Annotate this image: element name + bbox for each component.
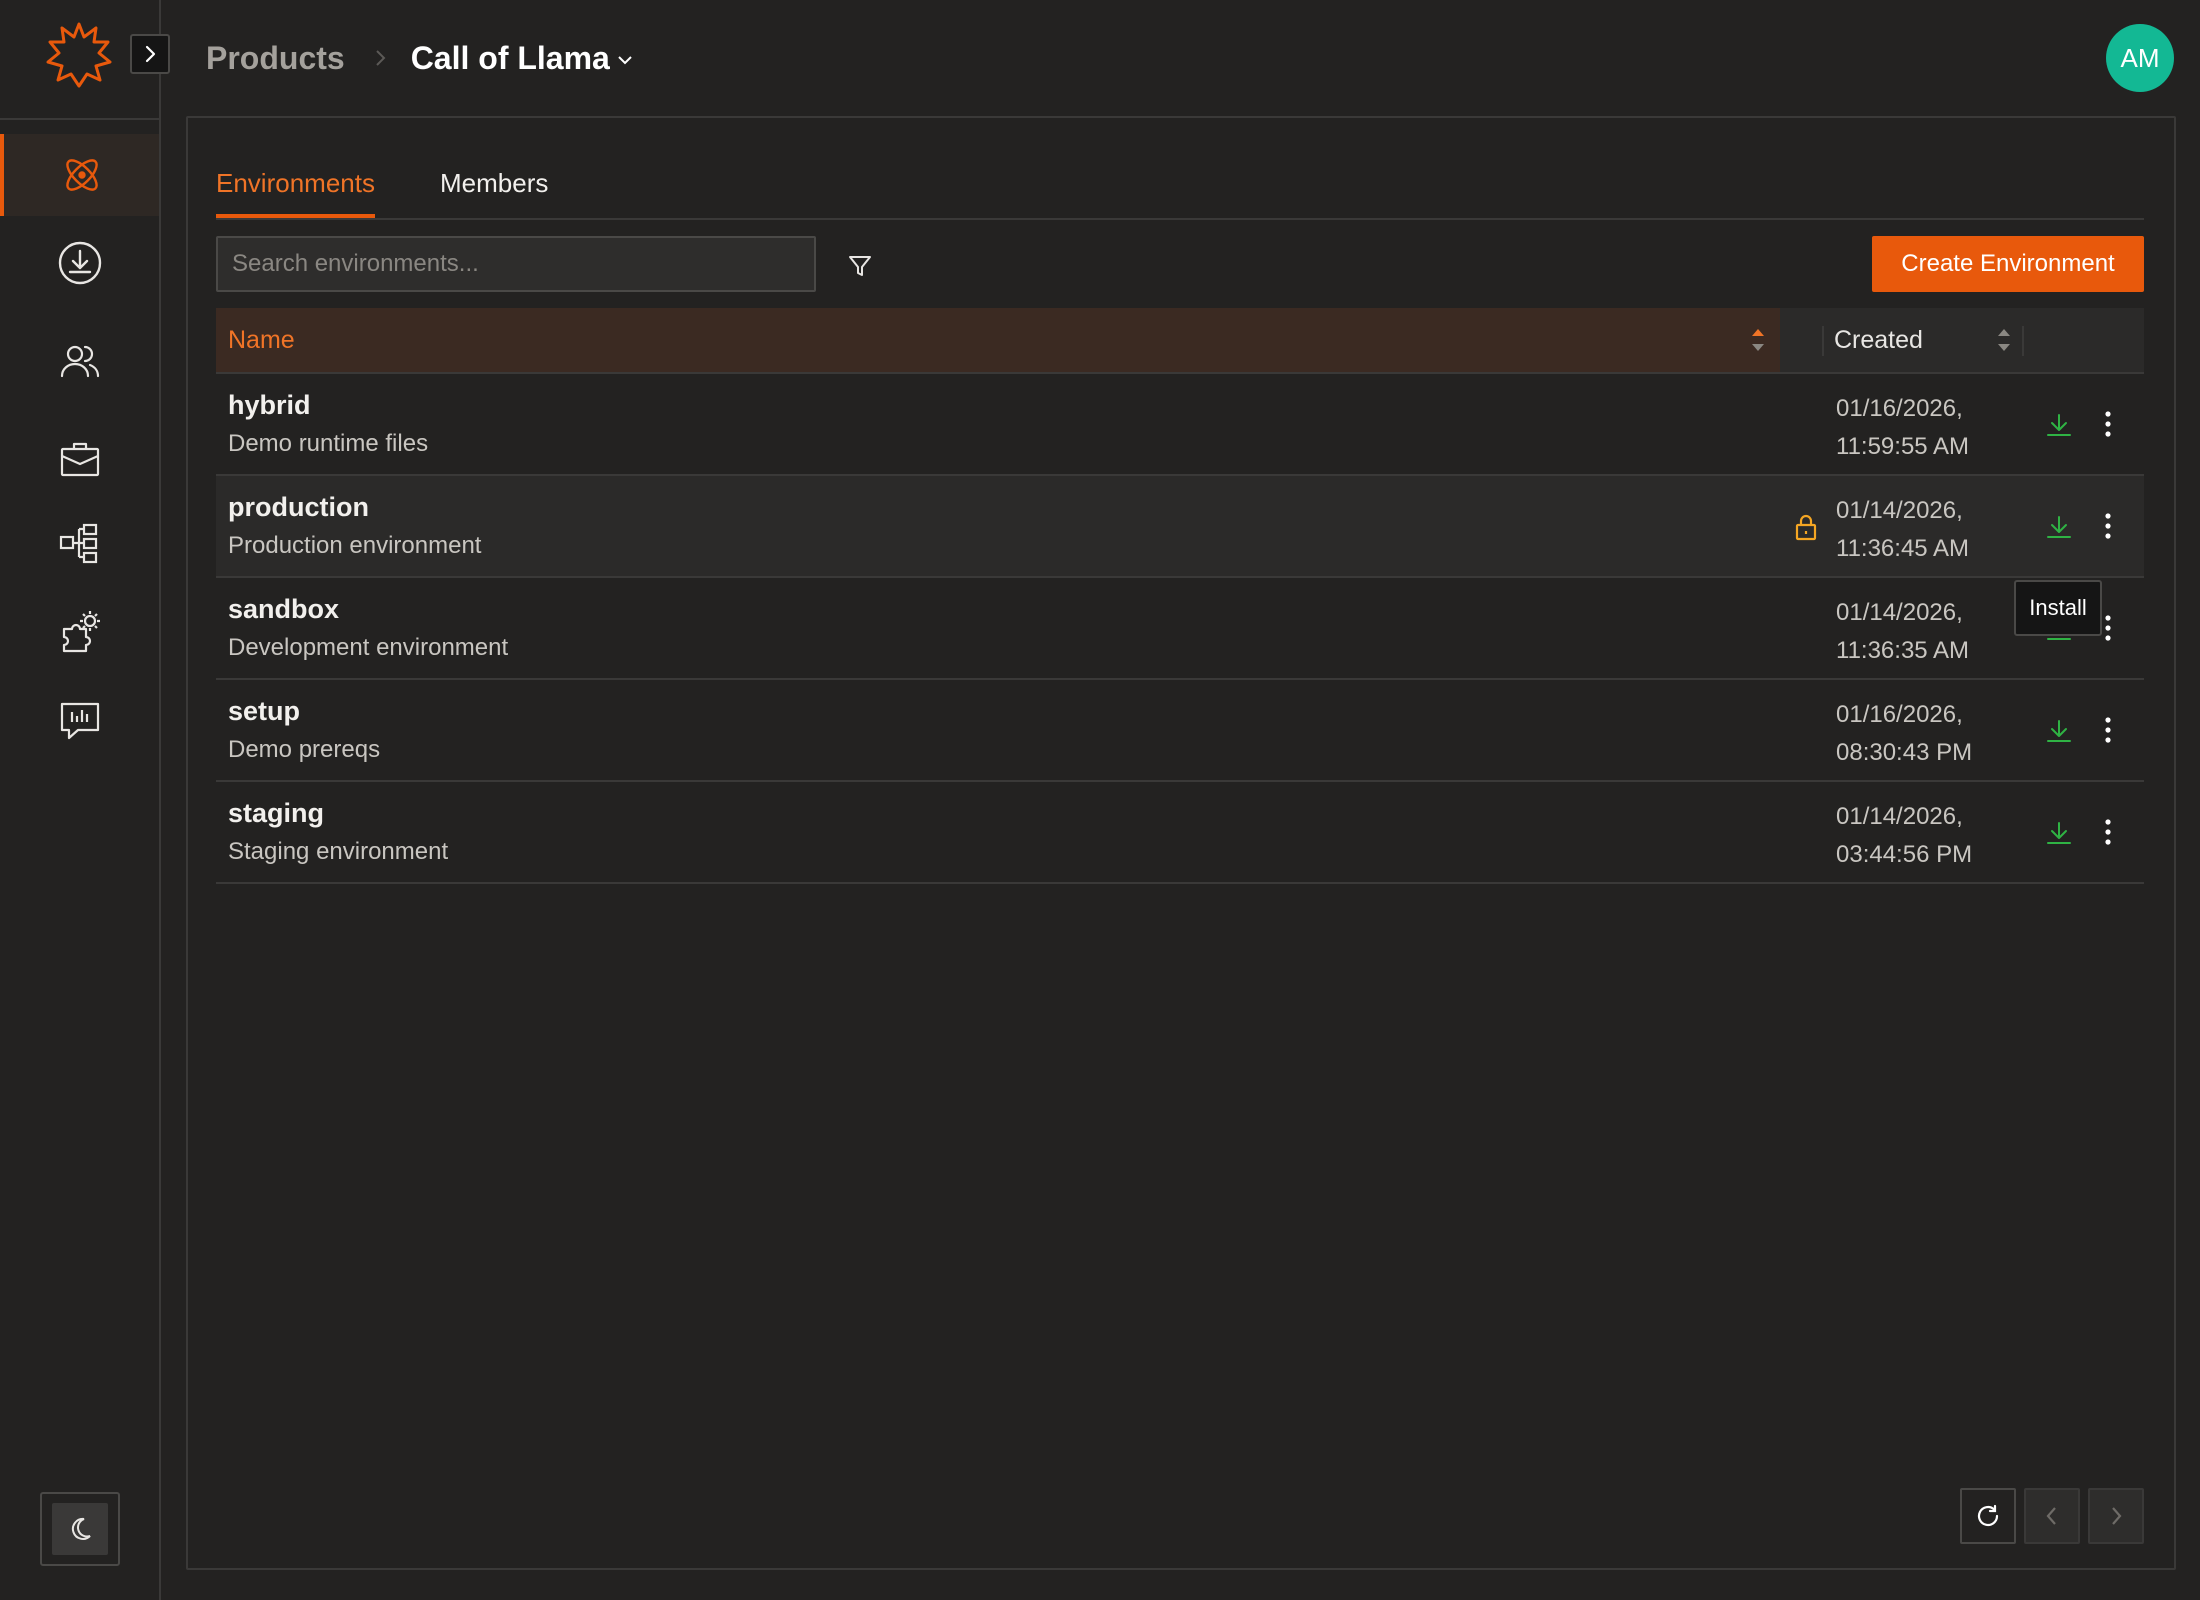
previous-page-button[interactable] xyxy=(2024,1488,2080,1544)
users-icon xyxy=(60,345,99,378)
breadcrumb-separator-icon xyxy=(373,47,387,69)
environment-description: Development environment xyxy=(228,634,509,661)
breadcrumb-products-link[interactable]: Products xyxy=(206,40,345,77)
breadcrumb: Products Call of Llama xyxy=(206,36,634,80)
sidebar-item-feedback[interactable] xyxy=(0,680,159,762)
created-date-day: 01/16/2026, xyxy=(1836,701,1963,728)
created-date-day: 01/14/2026, xyxy=(1836,803,1963,830)
column-header-name-label: Name xyxy=(228,325,295,354)
created-date: 01/14/2026, 11:36:45 AM xyxy=(1836,492,1969,568)
sidebar-item-packages[interactable] xyxy=(0,418,159,500)
more-vertical-icon xyxy=(2105,513,2111,539)
create-environment-button[interactable]: Create Environment xyxy=(1872,236,2144,292)
product-selector[interactable]: Call of Llama xyxy=(411,40,634,77)
chevron-right-icon xyxy=(145,45,156,63)
chevron-right-icon xyxy=(2112,1507,2122,1525)
created-date: 01/14/2026, 11:36:35 AM xyxy=(1836,594,1969,670)
environment-description: Staging environment xyxy=(228,838,449,865)
refresh-button[interactable] xyxy=(1960,1488,2016,1544)
more-vertical-icon xyxy=(2105,717,2111,743)
chevron-down-icon xyxy=(618,56,632,65)
created-date: 01/14/2026, 03:44:56 PM xyxy=(1836,798,1972,874)
theme-toggle-button[interactable] xyxy=(40,1492,120,1566)
filter-icon xyxy=(849,256,871,276)
sidebar-divider xyxy=(0,118,161,120)
more-options-button[interactable] xyxy=(2096,508,2120,544)
feedback-icon xyxy=(60,702,99,740)
created-date-time: 11:36:45 AM xyxy=(1836,535,1969,562)
refresh-icon xyxy=(1977,1504,1999,1527)
created-date-time: 08:30:43 PM xyxy=(1836,739,1973,766)
sidebar-item-integrations[interactable] xyxy=(0,590,159,672)
sort-icon xyxy=(1752,329,1764,351)
created-date-time: 03:44:56 PM xyxy=(1836,841,1973,868)
install-icon[interactable] xyxy=(2042,714,2076,748)
environment-name[interactable]: hybrid xyxy=(228,390,311,421)
lock-icon xyxy=(1795,514,1817,541)
table-row[interactable]: sandbox Development environment 01/14/20… xyxy=(216,578,2144,680)
table-header: Name Created xyxy=(216,308,2144,374)
chevron-left-icon xyxy=(2046,1507,2056,1525)
created-date-day: 01/14/2026, xyxy=(1836,497,1963,524)
more-vertical-icon xyxy=(2105,615,2111,641)
sidebar-item-downloads[interactable] xyxy=(0,222,159,304)
moon-icon xyxy=(71,1517,91,1540)
more-options-button[interactable] xyxy=(2096,814,2120,850)
sidebar xyxy=(0,0,161,1600)
environment-description: Production environment xyxy=(228,532,482,559)
environment-name[interactable]: sandbox xyxy=(228,594,339,625)
column-divider xyxy=(2022,326,2024,356)
created-date-day: 01/14/2026, xyxy=(1836,599,1963,626)
column-header-created[interactable]: Created xyxy=(1822,308,2026,372)
atom-icon xyxy=(65,159,98,191)
hierarchy-icon xyxy=(59,523,97,564)
column-header-name[interactable]: Name xyxy=(216,308,1780,372)
next-page-button[interactable] xyxy=(2088,1488,2144,1544)
more-vertical-icon xyxy=(2105,819,2111,845)
environment-description: Demo prereqs xyxy=(228,736,381,763)
tab-members[interactable]: Members xyxy=(440,168,548,218)
table-row[interactable]: staging Staging environment 01/14/2026, … xyxy=(216,782,2144,884)
created-date-day: 01/16/2026, xyxy=(1836,395,1963,422)
install-icon[interactable] xyxy=(2042,408,2076,442)
tab-environments[interactable]: Environments xyxy=(216,168,375,218)
more-vertical-icon xyxy=(2105,411,2111,437)
tab-bar: Environments Members xyxy=(216,164,2144,220)
more-options-button[interactable] xyxy=(2096,712,2120,748)
install-icon[interactable] xyxy=(2042,510,2076,544)
breadcrumb-current: Call of Llama xyxy=(410,39,610,76)
environment-name[interactable]: production xyxy=(228,492,369,523)
more-options-button[interactable] xyxy=(2096,406,2120,442)
puzzle-gear-icon xyxy=(62,611,100,653)
briefcase-icon xyxy=(60,442,99,477)
avatar[interactable]: AM xyxy=(2106,24,2174,92)
environment-description: Demo runtime files xyxy=(228,430,429,457)
logo-icon[interactable] xyxy=(44,20,114,90)
sidebar-item-products[interactable] xyxy=(0,134,159,216)
download-circle-icon xyxy=(58,241,101,285)
sidebar-item-users[interactable] xyxy=(0,320,159,402)
install-tooltip: Install xyxy=(2014,580,2102,636)
sort-icon xyxy=(1998,329,2010,351)
sidebar-expand-button[interactable] xyxy=(130,34,170,74)
table-row[interactable]: setup Demo prereqs 01/16/2026, 08:30:43 … xyxy=(216,680,2144,782)
search-input[interactable] xyxy=(216,236,816,292)
created-date-time: 11:36:35 AM xyxy=(1836,637,1969,664)
created-date-time: 11:59:55 AM xyxy=(1836,433,1969,460)
created-date: 01/16/2026, 11:59:55 AM xyxy=(1836,390,1969,466)
install-icon[interactable] xyxy=(2042,816,2076,850)
table-row[interactable]: hybrid Demo runtime files 01/16/2026, 11… xyxy=(216,374,2144,476)
sidebar-item-hierarchy[interactable] xyxy=(0,502,159,584)
table-row[interactable]: production Production environment 01/14/… xyxy=(216,476,2144,578)
created-date: 01/16/2026, 08:30:43 PM xyxy=(1836,696,1972,772)
filter-button[interactable] xyxy=(842,248,878,284)
environment-name[interactable]: staging xyxy=(228,798,324,829)
environment-name[interactable]: setup xyxy=(228,696,300,727)
column-header-created-label: Created xyxy=(1834,325,1923,354)
